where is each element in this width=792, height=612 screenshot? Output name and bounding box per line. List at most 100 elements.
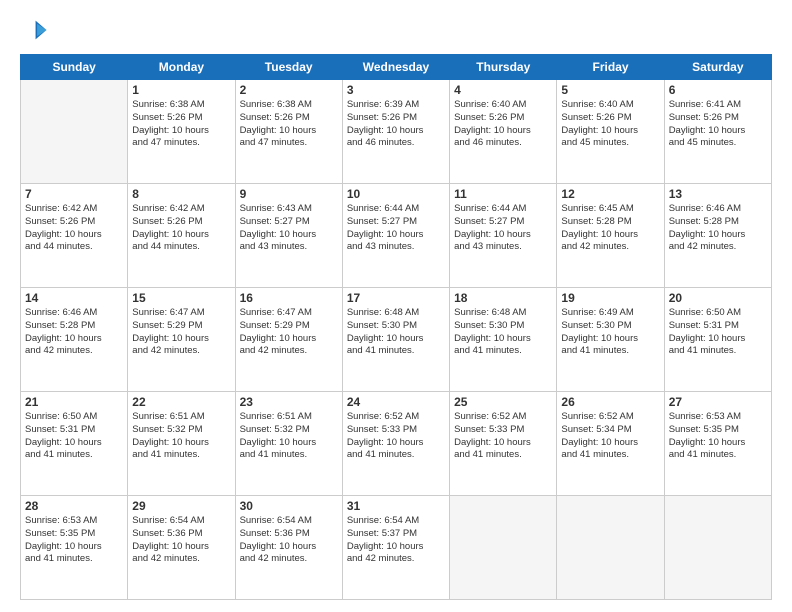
day-info: Sunrise: 6:54 AM Sunset: 5:36 PM Dayligh… bbox=[240, 515, 338, 566]
day-number: 7 bbox=[25, 187, 123, 201]
day-info: Sunrise: 6:45 AM Sunset: 5:28 PM Dayligh… bbox=[561, 203, 659, 254]
day-number: 5 bbox=[561, 83, 659, 97]
day-info: Sunrise: 6:51 AM Sunset: 5:32 PM Dayligh… bbox=[240, 411, 338, 462]
day-number: 28 bbox=[25, 499, 123, 513]
day-info: Sunrise: 6:52 AM Sunset: 5:33 PM Dayligh… bbox=[454, 411, 552, 462]
day-number: 20 bbox=[669, 291, 767, 305]
day-number: 14 bbox=[25, 291, 123, 305]
calendar-day-cell: 2Sunrise: 6:38 AM Sunset: 5:26 PM Daylig… bbox=[235, 80, 342, 184]
calendar-day-cell: 10 Sunrise: 6:44 AM Sunset: 5:27 PM Dayli… bbox=[342, 184, 449, 288]
day-info: Sunrise: 6:38 AM Sunset: 5:26 PM Dayligh… bbox=[132, 99, 230, 150]
calendar-day-cell: 15Sunrise: 6:47 AM Sunset: 5:29 PM Dayli… bbox=[128, 288, 235, 392]
calendar-table: SundayMondayTuesdayWednesdayThursdayFrid… bbox=[20, 54, 772, 600]
day-info: Sunrise: 6:41 AM Sunset: 5:26 PM Dayligh… bbox=[669, 99, 767, 150]
calendar-day-cell: 7 Sunrise: 6:42 AM Sunset: 5:26 PM Daylig… bbox=[21, 184, 128, 288]
calendar-body: 1 Sunrise: 6:38 AM Sunset: 5:26 PM Daylig… bbox=[21, 80, 772, 600]
day-info: Sunrise: 6:52 AM Sunset: 5:34 PM Dayligh… bbox=[561, 411, 659, 462]
calendar-day-cell: 20 Sunrise: 6:50 AM Sunset: 5:31 PM Dayli… bbox=[664, 288, 771, 392]
calendar-week-row: 14 Sunrise: 6:46 AM Sunset: 5:28 PM Dayli… bbox=[21, 288, 772, 392]
calendar-day-cell: 11 Sunrise: 6:44 AM Sunset: 5:27 PM Dayli… bbox=[450, 184, 557, 288]
calendar-day-cell: 16Sunrise: 6:47 AM Sunset: 5:29 PM Dayli… bbox=[235, 288, 342, 392]
weekday-header: Sunday bbox=[21, 55, 128, 80]
day-info: Sunrise: 6:46 AM Sunset: 5:28 PM Dayligh… bbox=[25, 307, 123, 358]
day-number: 15 bbox=[132, 291, 230, 305]
day-number: 26 bbox=[561, 395, 659, 409]
day-number: 25 bbox=[454, 395, 552, 409]
day-number: 19 bbox=[561, 291, 659, 305]
weekday-row: SundayMondayTuesdayWednesdayThursdayFrid… bbox=[21, 55, 772, 80]
day-number: 6 bbox=[669, 83, 767, 97]
day-number: 23 bbox=[240, 395, 338, 409]
day-info: Sunrise: 6:40 AM Sunset: 5:26 PM Dayligh… bbox=[454, 99, 552, 150]
logo-icon bbox=[20, 16, 48, 44]
calendar-day-cell: 6 Sunrise: 6:41 AM Sunset: 5:26 PM Daylig… bbox=[664, 80, 771, 184]
day-number: 11 bbox=[454, 187, 552, 201]
calendar-day-cell: 29Sunrise: 6:54 AM Sunset: 5:36 PM Dayli… bbox=[128, 496, 235, 600]
day-info: Sunrise: 6:47 AM Sunset: 5:29 PM Dayligh… bbox=[240, 307, 338, 358]
day-info: Sunrise: 6:44 AM Sunset: 5:27 PM Dayligh… bbox=[454, 203, 552, 254]
day-number: 30 bbox=[240, 499, 338, 513]
calendar-day-cell: 1 Sunrise: 6:38 AM Sunset: 5:26 PM Daylig… bbox=[128, 80, 235, 184]
calendar-day-cell: 22Sunrise: 6:51 AM Sunset: 5:32 PM Dayli… bbox=[128, 392, 235, 496]
day-number: 8 bbox=[132, 187, 230, 201]
logo bbox=[20, 16, 52, 44]
weekday-header: Tuesday bbox=[235, 55, 342, 80]
weekday-header: Saturday bbox=[664, 55, 771, 80]
calendar-week-row: 1 Sunrise: 6:38 AM Sunset: 5:26 PM Daylig… bbox=[21, 80, 772, 184]
day-number: 4 bbox=[454, 83, 552, 97]
weekday-header: Wednesday bbox=[342, 55, 449, 80]
calendar-day-cell bbox=[450, 496, 557, 600]
day-info: Sunrise: 6:49 AM Sunset: 5:30 PM Dayligh… bbox=[561, 307, 659, 358]
calendar-day-cell: 30 Sunrise: 6:54 AM Sunset: 5:36 PM Dayli… bbox=[235, 496, 342, 600]
calendar-day-cell: 19 Sunrise: 6:49 AM Sunset: 5:30 PM Dayli… bbox=[557, 288, 664, 392]
day-number: 13 bbox=[669, 187, 767, 201]
day-number: 1 bbox=[132, 83, 230, 97]
calendar-day-cell: 3 Sunrise: 6:39 AM Sunset: 5:26 PM Daylig… bbox=[342, 80, 449, 184]
day-info: Sunrise: 6:39 AM Sunset: 5:26 PM Dayligh… bbox=[347, 99, 445, 150]
day-info: Sunrise: 6:46 AM Sunset: 5:28 PM Dayligh… bbox=[669, 203, 767, 254]
calendar-week-row: 28 Sunrise: 6:53 AM Sunset: 5:35 PM Dayli… bbox=[21, 496, 772, 600]
calendar-day-cell bbox=[557, 496, 664, 600]
calendar-day-cell: 14 Sunrise: 6:46 AM Sunset: 5:28 PM Dayli… bbox=[21, 288, 128, 392]
day-number: 21 bbox=[25, 395, 123, 409]
day-number: 9 bbox=[240, 187, 338, 201]
day-number: 17 bbox=[347, 291, 445, 305]
day-number: 12 bbox=[561, 187, 659, 201]
day-number: 2 bbox=[240, 83, 338, 97]
calendar-day-cell: 12 Sunrise: 6:45 AM Sunset: 5:28 PM Dayli… bbox=[557, 184, 664, 288]
day-number: 24 bbox=[347, 395, 445, 409]
day-number: 10 bbox=[347, 187, 445, 201]
calendar-day-cell: 25 Sunrise: 6:52 AM Sunset: 5:33 PM Dayli… bbox=[450, 392, 557, 496]
calendar-day-cell: 31Sunrise: 6:54 AM Sunset: 5:37 PM Dayli… bbox=[342, 496, 449, 600]
page: SundayMondayTuesdayWednesdayThursdayFrid… bbox=[0, 0, 792, 612]
calendar-day-cell bbox=[21, 80, 128, 184]
day-number: 27 bbox=[669, 395, 767, 409]
weekday-header: Friday bbox=[557, 55, 664, 80]
calendar-day-cell bbox=[664, 496, 771, 600]
day-info: Sunrise: 6:54 AM Sunset: 5:37 PM Dayligh… bbox=[347, 515, 445, 566]
weekday-header: Monday bbox=[128, 55, 235, 80]
day-number: 3 bbox=[347, 83, 445, 97]
day-info: Sunrise: 6:53 AM Sunset: 5:35 PM Dayligh… bbox=[669, 411, 767, 462]
day-info: Sunrise: 6:50 AM Sunset: 5:31 PM Dayligh… bbox=[25, 411, 123, 462]
day-info: Sunrise: 6:42 AM Sunset: 5:26 PM Dayligh… bbox=[132, 203, 230, 254]
day-info: Sunrise: 6:44 AM Sunset: 5:27 PM Dayligh… bbox=[347, 203, 445, 254]
calendar-day-cell: 28 Sunrise: 6:53 AM Sunset: 5:35 PM Dayli… bbox=[21, 496, 128, 600]
calendar-day-cell: 27 Sunrise: 6:53 AM Sunset: 5:35 PM Dayli… bbox=[664, 392, 771, 496]
day-info: Sunrise: 6:42 AM Sunset: 5:26 PM Dayligh… bbox=[25, 203, 123, 254]
day-info: Sunrise: 6:53 AM Sunset: 5:35 PM Dayligh… bbox=[25, 515, 123, 566]
calendar-day-cell: 21 Sunrise: 6:50 AM Sunset: 5:31 PM Dayli… bbox=[21, 392, 128, 496]
calendar-day-cell: 4 Sunrise: 6:40 AM Sunset: 5:26 PM Daylig… bbox=[450, 80, 557, 184]
calendar-day-cell: 24 Sunrise: 6:52 AM Sunset: 5:33 PM Dayli… bbox=[342, 392, 449, 496]
calendar-day-cell: 18 Sunrise: 6:48 AM Sunset: 5:30 PM Dayli… bbox=[450, 288, 557, 392]
calendar-day-cell: 17Sunrise: 6:48 AM Sunset: 5:30 PM Dayli… bbox=[342, 288, 449, 392]
day-number: 29 bbox=[132, 499, 230, 513]
day-info: Sunrise: 6:52 AM Sunset: 5:33 PM Dayligh… bbox=[347, 411, 445, 462]
day-info: Sunrise: 6:48 AM Sunset: 5:30 PM Dayligh… bbox=[454, 307, 552, 358]
day-info: Sunrise: 6:50 AM Sunset: 5:31 PM Dayligh… bbox=[669, 307, 767, 358]
weekday-header: Thursday bbox=[450, 55, 557, 80]
day-number: 18 bbox=[454, 291, 552, 305]
calendar-day-cell: 9Sunrise: 6:43 AM Sunset: 5:27 PM Daylig… bbox=[235, 184, 342, 288]
day-info: Sunrise: 6:40 AM Sunset: 5:26 PM Dayligh… bbox=[561, 99, 659, 150]
calendar-week-row: 7 Sunrise: 6:42 AM Sunset: 5:26 PM Daylig… bbox=[21, 184, 772, 288]
